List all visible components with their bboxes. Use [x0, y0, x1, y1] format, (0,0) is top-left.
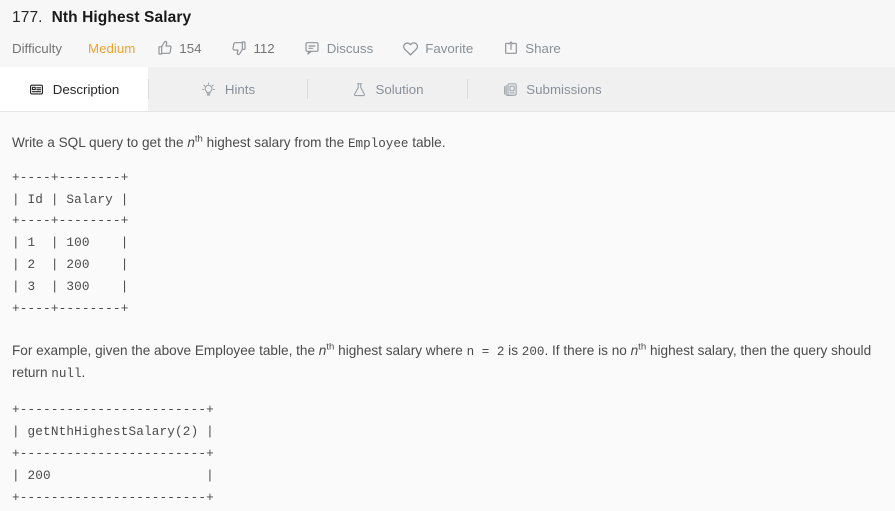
favorite-button[interactable]: Favorite	[402, 40, 473, 57]
like-count: 154	[179, 40, 202, 56]
discuss-label: Discuss	[326, 40, 374, 56]
tab-hints-label: Hints	[224, 81, 256, 97]
example-code-null: null	[51, 367, 82, 382]
like-button[interactable]: 154	[156, 40, 201, 57]
difficulty-label: Difficulty	[12, 40, 62, 56]
page-title: Nth Highest Salary	[51, 9, 192, 26]
documents-icon	[502, 81, 518, 97]
example-code-n2: n = 2	[466, 344, 505, 359]
example-paragraph: For example, given the above Employee ta…	[12, 340, 883, 386]
tab-solution-label: Solution	[375, 81, 424, 97]
problem-number: 177.	[12, 9, 43, 26]
discuss-button[interactable]: Discuss	[304, 40, 374, 57]
tab-solution[interactable]: Solution	[308, 67, 467, 111]
statement-sup-1: th	[194, 133, 203, 145]
favorite-label: Favorite	[425, 40, 474, 56]
flask-icon	[351, 81, 367, 97]
description-icon	[29, 81, 45, 97]
tab-hints[interactable]: Hints	[149, 67, 307, 111]
statement-text-1: Write a SQL query to get the	[12, 135, 188, 150]
tab-bar: Description Hints Solution Submissions	[0, 67, 895, 112]
problem-statement-paragraph: Write a SQL query to get the nth highest…	[12, 132, 883, 155]
thumbs-up-icon	[156, 40, 173, 57]
dislike-button[interactable]: 112	[230, 40, 275, 57]
statement-text-3: table.	[408, 135, 446, 150]
tab-submissions-label: Submissions	[526, 81, 602, 97]
dislike-count: 112	[253, 40, 275, 56]
problem-page: 177. Nth Highest Salary Difficulty Mediu…	[0, 0, 895, 511]
employee-table-ascii: +----+--------+ | Id | Salary | +----+--…	[12, 169, 129, 316]
tab-submissions[interactable]: Submissions	[468, 67, 636, 111]
example-sup-2: th	[638, 341, 647, 353]
lightbulb-icon	[201, 81, 217, 97]
example-text-6: .	[81, 365, 86, 381]
example-text-1: For example, given the above Employee ta…	[12, 342, 319, 358]
difficulty-value: Medium	[88, 40, 136, 56]
statement-code-employee: Employee	[347, 137, 409, 151]
problem-meta-bar: Difficulty Medium 154 112 Discuss Favori…	[12, 29, 883, 67]
share-label: Share	[525, 40, 561, 56]
share-icon	[502, 40, 519, 57]
example-text-4: . If there is no	[544, 342, 631, 358]
heart-icon	[402, 40, 419, 57]
share-button[interactable]: Share	[502, 40, 561, 57]
description-content: Write a SQL query to get the nth highest…	[0, 112, 895, 511]
statement-n-1: n	[187, 135, 195, 150]
difficulty-group: Difficulty Medium	[12, 41, 135, 56]
example-text-3: is	[504, 342, 522, 358]
problem-header: 177. Nth Highest Salary Difficulty Mediu…	[0, 0, 895, 67]
output-table-ascii: +------------------------+ | getNthHighe…	[12, 402, 214, 505]
tab-description-label: Description	[52, 81, 120, 97]
statement-text-2: highest salary from the	[202, 135, 348, 150]
problem-title-row: 177. Nth Highest Salary	[12, 9, 883, 29]
example-code-200: 200	[521, 344, 545, 359]
comment-icon	[304, 40, 321, 57]
tab-description[interactable]: Description	[0, 67, 148, 111]
thumbs-down-icon	[230, 40, 247, 57]
tab-bar-filler	[636, 67, 895, 111]
example-text-2: highest salary where	[334, 342, 467, 358]
